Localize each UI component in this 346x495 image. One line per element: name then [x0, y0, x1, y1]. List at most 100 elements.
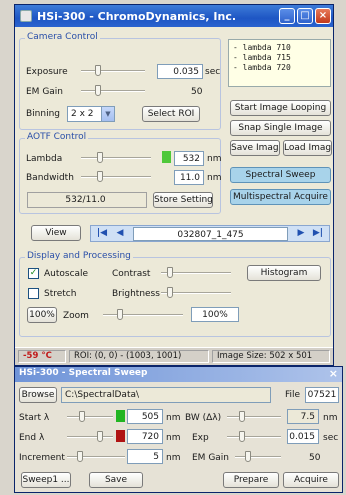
store-setting-button[interactable]: Store Setting: [153, 192, 213, 208]
temperature-status: -59 °C: [18, 350, 66, 363]
start-lambda-field[interactable]: 505: [127, 409, 163, 424]
bandwidth-field[interactable]: 11.0: [174, 170, 204, 185]
spectral-sweep-window: HSi-300 - Spectral Sweep × Browse C:\Spe…: [14, 366, 343, 493]
sweep-settings-button[interactable]: Sweep1 ...: [21, 472, 71, 488]
lambda-slider[interactable]: [81, 152, 151, 164]
log-line: - lambda 720: [233, 63, 291, 72]
aotf-control-title: AOTF Control: [25, 132, 89, 142]
binning-value: 2 x 2: [71, 109, 94, 119]
start-lambda-slider[interactable]: [67, 411, 113, 423]
autoscale-checkbox[interactable]: ✓: [28, 268, 39, 279]
sweep-close-icon[interactable]: ×: [329, 367, 338, 380]
sweep-title-bar[interactable]: HSi-300 - Spectral Sweep ×: [15, 367, 342, 382]
exp-label: Exp: [192, 433, 209, 443]
lambda-unit: nm: [207, 154, 222, 164]
status-bar: -59 °C ROI: (0, 0) - (1003, 1001) Image …: [15, 347, 333, 365]
stretch-label: Stretch: [44, 289, 77, 299]
bw-field[interactable]: 7.5: [287, 409, 319, 424]
autoscale-label: Autoscale: [44, 269, 89, 279]
file-number-field[interactable]: 07521: [305, 387, 339, 403]
exp-slider[interactable]: [227, 431, 281, 443]
prepare-button[interactable]: Prepare: [223, 472, 279, 488]
path-field[interactable]: C:\SpectralData\: [61, 387, 271, 403]
em-gain-label: EM Gain: [26, 87, 64, 97]
camera-control-title: Camera Control: [25, 32, 100, 42]
maximize-icon[interactable]: □: [297, 8, 313, 24]
sweep-em-gain-slider[interactable]: [235, 451, 281, 463]
bw-unit: nm: [323, 413, 338, 423]
multispectral-acquire-button[interactable]: Multispectral Acquire: [230, 189, 331, 205]
sweep-save-button[interactable]: Save: [89, 472, 143, 488]
main-title-bar[interactable]: HSi-300 - ChromoDynamics, Inc. _ □ ×: [15, 5, 333, 27]
end-nm-unit: nm: [166, 433, 181, 443]
load-image-button[interactable]: Load Image: [283, 140, 332, 156]
zoom-value-field[interactable]: 100%: [191, 307, 239, 322]
em-gain-value: 50: [191, 87, 203, 97]
exposure-label: Exposure: [26, 67, 68, 77]
zoom-100-button[interactable]: 100%: [27, 307, 57, 323]
snap-single-image-button[interactable]: Snap Single Image: [230, 120, 331, 136]
start-nm-unit: nm: [166, 413, 181, 423]
sweep-em-gain-label: EM Gain: [192, 453, 230, 463]
stretch-checkbox[interactable]: [28, 288, 39, 299]
display-processing-title: Display and Processing: [25, 251, 133, 261]
increment-label: Increment: [19, 453, 65, 463]
last-image-icon[interactable]: ▶|: [311, 227, 325, 240]
spectral-sweep-button[interactable]: Spectral Sweep: [230, 167, 331, 183]
exp-field[interactable]: 0.015: [287, 429, 319, 444]
lambda-label: Lambda: [26, 154, 63, 164]
file-label: File: [285, 390, 301, 400]
chevron-down-icon[interactable]: ▼: [101, 107, 114, 121]
contrast-slider[interactable]: [161, 267, 231, 279]
sweep-em-gain-value: 50: [309, 453, 321, 463]
increment-nm-unit: nm: [166, 453, 181, 463]
stored-setting-display: 532/11.0: [27, 192, 147, 208]
next-image-icon[interactable]: ▶: [294, 227, 308, 240]
first-image-icon[interactable]: |◀: [95, 227, 109, 240]
zoom-label: Zoom: [63, 311, 89, 321]
bandwidth-label: Bandwidth: [26, 173, 74, 183]
lambda-color-swatch: [162, 151, 171, 163]
start-lambda-label: Start λ: [19, 413, 50, 423]
start-color-swatch: [116, 410, 125, 422]
browse-button[interactable]: Browse: [19, 387, 57, 403]
brightness-slider[interactable]: [161, 287, 231, 299]
bw-label: BW (Δλ): [185, 413, 222, 423]
zoom-slider[interactable]: [103, 309, 183, 321]
view-button[interactable]: View: [31, 225, 81, 241]
select-roi-button[interactable]: Select ROI: [142, 106, 200, 122]
increment-field[interactable]: 5: [127, 449, 163, 464]
sweep-window-title: HSi-300 - Spectral Sweep: [19, 368, 148, 378]
image-size-status: Image Size: 502 x 501: [212, 350, 330, 363]
end-lambda-field[interactable]: 720: [127, 429, 163, 444]
exposure-unit: sec: [205, 67, 221, 77]
save-image-button[interactable]: Save Image: [230, 140, 280, 156]
exposure-slider[interactable]: [81, 65, 145, 77]
bandwidth-unit: nm: [207, 173, 222, 183]
exp-unit: sec: [323, 433, 339, 443]
em-gain-slider[interactable]: [81, 85, 145, 97]
end-lambda-slider[interactable]: [67, 431, 113, 443]
close-icon[interactable]: ×: [315, 8, 331, 24]
bw-slider[interactable]: [227, 411, 281, 423]
bandwidth-slider[interactable]: [81, 171, 151, 183]
increment-slider[interactable]: [67, 451, 125, 463]
previous-image-icon[interactable]: ◀: [113, 227, 127, 240]
histogram-button[interactable]: Histogram: [247, 265, 321, 281]
binning-select[interactable]: 2 x 2 ▼: [67, 106, 115, 122]
lambda-field[interactable]: 532: [174, 151, 204, 166]
image-navigator: |◀ ◀ 032807_1_475 ▶ ▶|: [90, 225, 330, 242]
log-box: - lambda 710 - lambda 715 - lambda 720: [228, 39, 331, 87]
acquire-button[interactable]: Acquire: [283, 472, 339, 488]
exposure-field[interactable]: 0.035: [157, 64, 203, 79]
brightness-label: Brightness: [112, 289, 160, 299]
log-line: - lambda 715: [233, 53, 291, 62]
main-window: HSi-300 - ChromoDynamics, Inc. _ □ × Cam…: [14, 4, 334, 366]
log-line: - lambda 710: [233, 43, 291, 52]
image-filename-field[interactable]: 032807_1_475: [133, 227, 288, 241]
app-icon: [20, 10, 32, 22]
minimize-icon[interactable]: _: [279, 8, 295, 24]
roi-status: ROI: (0, 0) - (1003, 1001): [69, 350, 209, 363]
start-image-looping-button[interactable]: Start Image Looping: [230, 100, 331, 116]
main-window-title: HSi-300 - ChromoDynamics, Inc.: [37, 10, 237, 23]
